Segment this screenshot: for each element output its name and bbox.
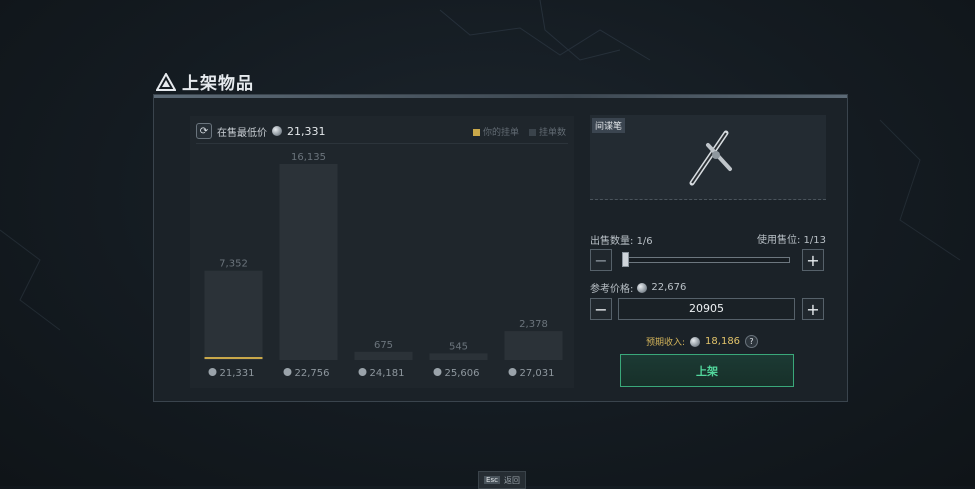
escape-label: 返回 [503, 475, 520, 485]
coin-icon-4 [508, 368, 517, 376]
price-minus-button[interactable]: − [590, 298, 612, 320]
reference-price-label: 参考价格: [590, 284, 634, 295]
quantity-value: 1/6 [636, 236, 653, 247]
bar-value-label-3: 545 [449, 341, 468, 352]
coin-icon [690, 336, 701, 347]
bar-3 [429, 353, 488, 360]
legend-total-label: 挂单数 [538, 128, 566, 138]
bar-value-label-0: 7,352 [219, 259, 248, 270]
quantity-slider[interactable] [624, 257, 790, 263]
bar-1 [279, 164, 338, 360]
coin-icon-1 [283, 368, 292, 376]
income-label: 预期收入: [646, 338, 686, 348]
quantity-minus-button[interactable]: − [590, 249, 612, 271]
expected-income: 预期收入: 18,186 ? [646, 335, 759, 348]
quantity-plus-button[interactable]: + [802, 249, 824, 271]
coin-icon-0 [208, 368, 217, 376]
lowest-price-label: 在售最低价 [217, 127, 267, 139]
bar-highlight-mine [204, 357, 263, 359]
bar-value-label-4: 2,378 [519, 319, 548, 330]
price-distribution-chart: ⟳ 在售最低价 21,331 你的挂单 挂单数 7,352 21,331 16,13… [190, 116, 574, 388]
slot-value: 1/13 [803, 235, 826, 246]
chart-legend: 你的挂单 挂单数 [472, 125, 566, 138]
item-name-tag: 间谍笔 [592, 118, 626, 133]
spy-pen-icon [689, 130, 732, 186]
reference-price-value: 22,676 [651, 282, 687, 293]
coin-icon-2 [358, 368, 367, 376]
escape-back-button[interactable]: Esc 返回 [478, 471, 526, 489]
quantity-slider-thumb[interactable] [622, 252, 629, 267]
lowest-price-header: ⟳ 在售最低价 21,331 [196, 123, 326, 139]
bar-4 [504, 331, 563, 360]
legend-total-swatch [528, 129, 536, 136]
income-value: 18,186 [705, 336, 741, 347]
legend-mine-label: 你的挂单 [482, 128, 519, 138]
coin-icon [272, 126, 282, 136]
price-plus-button[interactable]: + [802, 298, 824, 320]
warning-triangle-icon [156, 72, 176, 91]
category-label-1: 22,756 [295, 368, 330, 379]
bar-0 [204, 270, 263, 360]
quantity-label-text: 出售数量: [590, 236, 634, 247]
list-item-button[interactable]: 上架 [620, 354, 794, 387]
reference-price: 参考价格: 22,676 [590, 280, 686, 295]
lowest-price-value: 21,331 [287, 124, 326, 138]
item-preview: 间谍笔 [590, 115, 826, 200]
bar-chart: 7,352 21,331 16,135 22,756 675 24,181 545 25,60… [204, 152, 563, 379]
coin-icon [637, 282, 648, 293]
price-input[interactable]: 20905 [618, 298, 795, 320]
page-title: 上架物品 [156, 69, 254, 94]
bar-value-label-2: 675 [374, 340, 393, 351]
category-label-0: 21,331 [220, 368, 255, 379]
legend-total: 挂单数 [528, 125, 566, 138]
legend-mine-swatch [472, 129, 480, 136]
panel-top-border [154, 95, 847, 98]
coin-icon-3 [433, 368, 442, 376]
help-icon[interactable]: ? [745, 335, 759, 348]
slot-label-text: 使用售位: [756, 235, 801, 246]
refresh-icon[interactable]: ⟳ [196, 123, 212, 139]
title-text: 上架物品 [182, 74, 254, 94]
bar-2 [354, 351, 413, 360]
category-label-4: 27,031 [520, 368, 555, 379]
category-label-3: 25,606 [445, 368, 480, 379]
slot-label: 使用售位: 1/13 [757, 231, 826, 246]
quantity-label: 出售数量: 1/6 [590, 232, 653, 247]
legend-mine: 你的挂单 [472, 125, 519, 138]
bar-value-label-1: 16,135 [291, 152, 326, 163]
category-label-2: 24,181 [370, 368, 405, 379]
esc-key: Esc [484, 476, 500, 484]
listing-panel: ⟳ 在售最低价 21,331 你的挂单 挂单数 7,352 21,331 16,13… [153, 94, 848, 402]
